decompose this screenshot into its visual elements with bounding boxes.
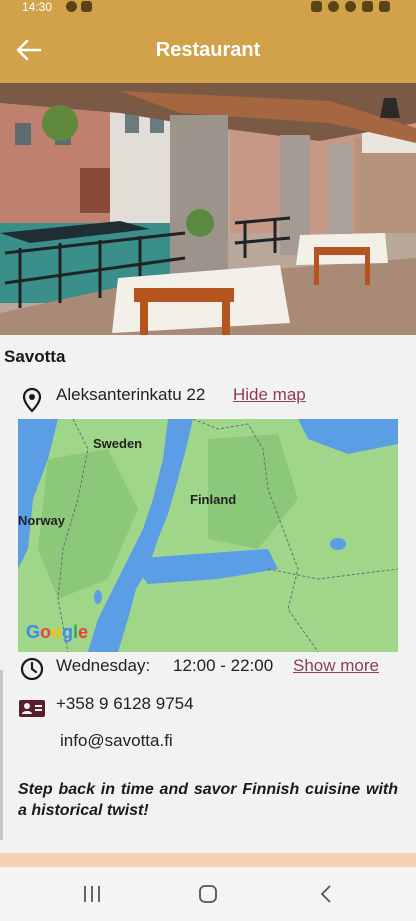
restaurant-description: Step back in time and savor Finnish cuis… xyxy=(18,781,398,819)
arrow-left-icon xyxy=(16,39,42,61)
map-view[interactable]: Sweden Finland Norway Google xyxy=(18,419,398,652)
map-label-norway: Norway xyxy=(18,513,65,528)
restaurant-photo xyxy=(0,83,416,335)
map-label-finland: Finland xyxy=(190,492,237,507)
hours-time: 12:00 - 22:00 xyxy=(173,656,274,675)
signal-icon xyxy=(362,1,373,12)
location-pin-icon xyxy=(19,387,45,413)
recent-apps-icon xyxy=(84,886,100,902)
status-time: 14:30 xyxy=(22,0,53,14)
phone-number[interactable]: +358 9 6128 9754 xyxy=(56,694,194,714)
home-button[interactable] xyxy=(193,882,223,906)
hide-map-link[interactable]: Hide map xyxy=(233,385,306,405)
status-left-icons xyxy=(66,1,92,12)
map-label-sweden: Sweden xyxy=(93,436,143,451)
notification-icon xyxy=(66,1,77,12)
system-nav-bar xyxy=(0,867,416,921)
chevron-left-icon xyxy=(320,885,331,903)
nav-back-button[interactable] xyxy=(312,882,342,906)
battery-icon xyxy=(379,1,390,12)
address-text: Aleksanterinkatu 22 xyxy=(56,385,206,404)
status-bar: 14:30 xyxy=(0,0,416,16)
map-illustration xyxy=(18,419,398,652)
restaurant-photo-illustration xyxy=(0,83,416,335)
contact-card-icon xyxy=(18,695,45,721)
restaurant-details: Savotta Aleksanterinkatu 22 Hide map Swe… xyxy=(0,335,416,853)
status-right-icons xyxy=(311,1,390,12)
home-icon xyxy=(199,885,217,903)
mute-icon xyxy=(328,1,339,12)
page-title: Restaurant xyxy=(155,39,261,61)
hours-day: Wednesday: xyxy=(56,656,151,675)
edge-panel-handle[interactable] xyxy=(0,670,3,840)
wifi-icon xyxy=(345,1,356,12)
back-button[interactable] xyxy=(14,36,46,64)
email-address[interactable]: info@savotta.fi xyxy=(60,731,173,751)
app-notification-icon xyxy=(81,1,92,12)
restaurant-name: Savotta xyxy=(4,347,66,366)
bottom-sheet-edge xyxy=(0,853,416,867)
app-bar: Restaurant xyxy=(0,16,416,83)
recent-apps-button[interactable] xyxy=(77,882,107,906)
clock-icon xyxy=(19,656,45,682)
alarm-icon xyxy=(311,1,322,12)
show-more-link[interactable]: Show more xyxy=(293,656,379,676)
google-logo: Google xyxy=(26,622,89,642)
